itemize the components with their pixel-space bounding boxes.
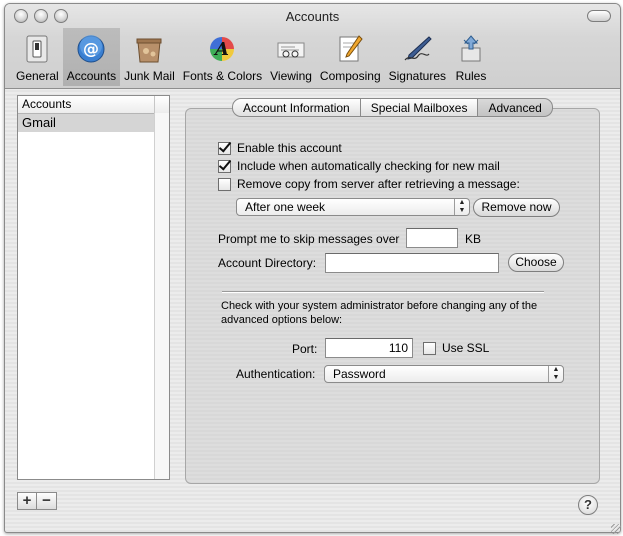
toolbar-accounts[interactable]: @ Accounts — [62, 28, 121, 86]
remove-after-popup[interactable]: After one week ▲ ▼ — [236, 198, 470, 216]
remove-copy-checkbox[interactable] — [218, 177, 231, 191]
window-title: Accounts — [285, 9, 340, 24]
account-directory-label: Account Directory: — [218, 256, 317, 270]
toolbar-composing[interactable]: Composing — [316, 28, 385, 86]
toolbar-toggle-button[interactable] — [587, 10, 611, 22]
junk-mail-icon — [132, 33, 166, 65]
authentication-value: Password — [333, 367, 386, 381]
toolbar-label: Junk Mail — [124, 69, 175, 83]
enable-account-checkbox[interactable] — [218, 141, 231, 155]
header-divider — [154, 96, 155, 113]
composing-icon — [333, 33, 367, 65]
remove-account-button[interactable]: − — [37, 492, 57, 510]
enable-account-label: Enable this account — [237, 141, 342, 155]
account-add-remove: + − — [17, 492, 57, 510]
skip-size-field[interactable] — [406, 228, 458, 248]
accounts-list-header[interactable]: Accounts — [18, 96, 169, 114]
port-field[interactable]: 110 — [325, 338, 413, 358]
prompt-skip-label: Prompt me to skip messages over — [218, 232, 400, 246]
toolbar-general[interactable]: General — [12, 28, 63, 86]
use-ssl-row: Use SSL — [423, 340, 489, 356]
resize-grip-icon[interactable] — [611, 524, 621, 534]
accounts-list-scrollbar[interactable] — [154, 113, 169, 479]
fonts-colors-icon: A — [205, 33, 239, 65]
authentication-label: Authentication: — [236, 367, 316, 381]
signature-pen-icon — [400, 33, 434, 65]
authentication-popup[interactable]: Password ▲ ▼ — [324, 365, 564, 383]
viewing-icon — [274, 33, 308, 65]
general-switch-icon — [20, 33, 54, 65]
toolbar-signatures[interactable]: Signatures — [385, 28, 450, 86]
choose-directory-button[interactable]: Choose — [508, 253, 564, 272]
include-auto-check-row: Include when automatically checking for … — [218, 158, 500, 174]
account-directory-field[interactable] — [325, 253, 499, 273]
include-auto-check-checkbox[interactable] — [218, 159, 231, 173]
accounts-list[interactable]: Accounts Gmail — [17, 95, 170, 480]
remove-copy-label: Remove copy from server after retrieving… — [237, 177, 520, 191]
use-ssl-label: Use SSL — [442, 341, 490, 355]
toolbar-label: Accounts — [66, 69, 117, 83]
toolbar-label: Signatures — [388, 69, 446, 83]
toolbar-viewing[interactable]: Viewing — [266, 28, 316, 86]
accounts-header-label: Accounts — [22, 97, 72, 111]
toolbar-label: Rules — [455, 69, 487, 83]
toolbar-label: General — [16, 69, 59, 83]
list-item[interactable]: Gmail — [18, 114, 155, 132]
port-label: Port: — [292, 342, 318, 356]
help-button[interactable]: ? — [578, 495, 598, 515]
account-tabs: Account Information Special Mailboxes Ad… — [232, 98, 553, 117]
updown-arrows-icon: ▲ ▼ — [548, 366, 563, 382]
tab-advanced[interactable]: Advanced — [478, 98, 553, 117]
remove-now-button[interactable]: Remove now — [473, 198, 560, 217]
svg-text:A: A — [213, 39, 229, 60]
section-divider — [222, 291, 544, 293]
toolbar-junk-mail[interactable]: Junk Mail — [120, 28, 179, 86]
toolbar-label: Fonts & Colors — [182, 69, 263, 83]
tab-account-information[interactable]: Account Information — [232, 98, 361, 117]
tab-special-mailboxes[interactable]: Special Mailboxes — [360, 98, 479, 117]
remove-after-value: After one week — [245, 200, 326, 214]
toolbar-rules[interactable]: Rules — [450, 28, 492, 86]
admin-warning-text: Check with your system administrator bef… — [221, 300, 538, 326]
remove-copy-row: Remove copy from server after retrieving… — [218, 176, 520, 192]
add-account-button[interactable]: + — [17, 492, 37, 510]
toolbar-fonts-colors[interactable]: A Fonts & Colors — [179, 28, 266, 86]
kb-unit-label: KB — [465, 232, 482, 246]
use-ssl-checkbox[interactable] — [423, 341, 436, 355]
enable-account-row: Enable this account — [218, 140, 342, 156]
svg-text:@: @ — [83, 39, 99, 58]
preferences-toolbar: General @ Accounts Junk Mail A Fonts & C… — [12, 28, 492, 86]
at-sign-icon: @ — [74, 33, 108, 65]
toolbar-label: Viewing — [270, 69, 312, 83]
title-bar: Accounts General @ Accounts Junk Mail A … — [5, 4, 620, 89]
include-auto-check-label: Include when automatically checking for … — [237, 159, 500, 173]
toolbar-label: Composing — [319, 69, 381, 83]
rules-icon — [454, 33, 488, 65]
updown-arrows-icon: ▲ ▼ — [454, 199, 469, 215]
